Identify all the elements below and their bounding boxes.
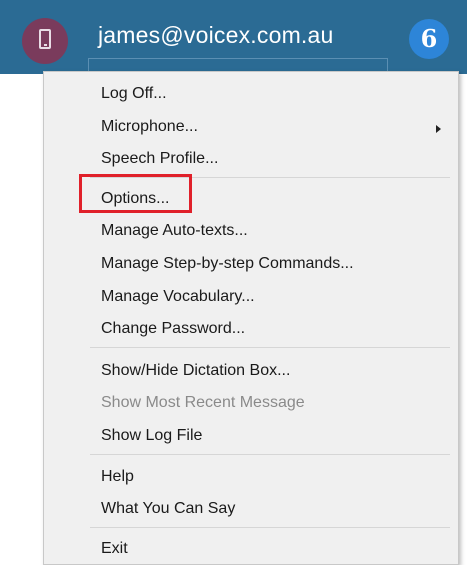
dragon-logo-icon[interactable]: 6 [409,19,449,59]
menu-item-show-log-file[interactable]: Show Log File [101,423,202,449]
app-window: james@voicex.com.au 6 Log Off... Microph… [0,0,467,565]
menu-separator [90,454,450,455]
menu-item-speech-profile[interactable]: Speech Profile... [101,146,218,172]
menu-separator [90,347,450,348]
menu-item-microphone[interactable]: Microphone... [101,114,198,140]
menu-item-exit[interactable]: Exit [101,536,128,562]
menu-item-manage-auto-texts[interactable]: Manage Auto-texts... [101,218,248,244]
menu-item-what-you-can-say[interactable]: What You Can Say [101,496,235,522]
menu-item-show-hide-dictation-box[interactable]: Show/Hide Dictation Box... [101,358,290,384]
account-context-menu: Log Off... Microphone... Speech Profile.… [43,71,459,565]
menu-item-show-most-recent-message: Show Most Recent Message [101,394,305,411]
menu-item-change-password[interactable]: Change Password... [101,316,245,342]
device-button[interactable] [22,18,68,64]
menu-item-manage-vocabulary[interactable]: Manage Vocabulary... [101,284,255,310]
options-highlight-box [79,174,192,213]
submenu-arrow-icon [436,125,441,133]
account-bar: james@voicex.com.au 6 [0,0,467,74]
menu-item-log-off[interactable]: Log Off... [101,81,167,107]
menu-separator [90,527,450,528]
menu-item-manage-step-by-step-commands[interactable]: Manage Step-by-step Commands... [101,251,354,277]
phone-icon [39,29,51,49]
account-email[interactable]: james@voicex.com.au [98,22,334,49]
menu-item-help[interactable]: Help [101,464,134,490]
